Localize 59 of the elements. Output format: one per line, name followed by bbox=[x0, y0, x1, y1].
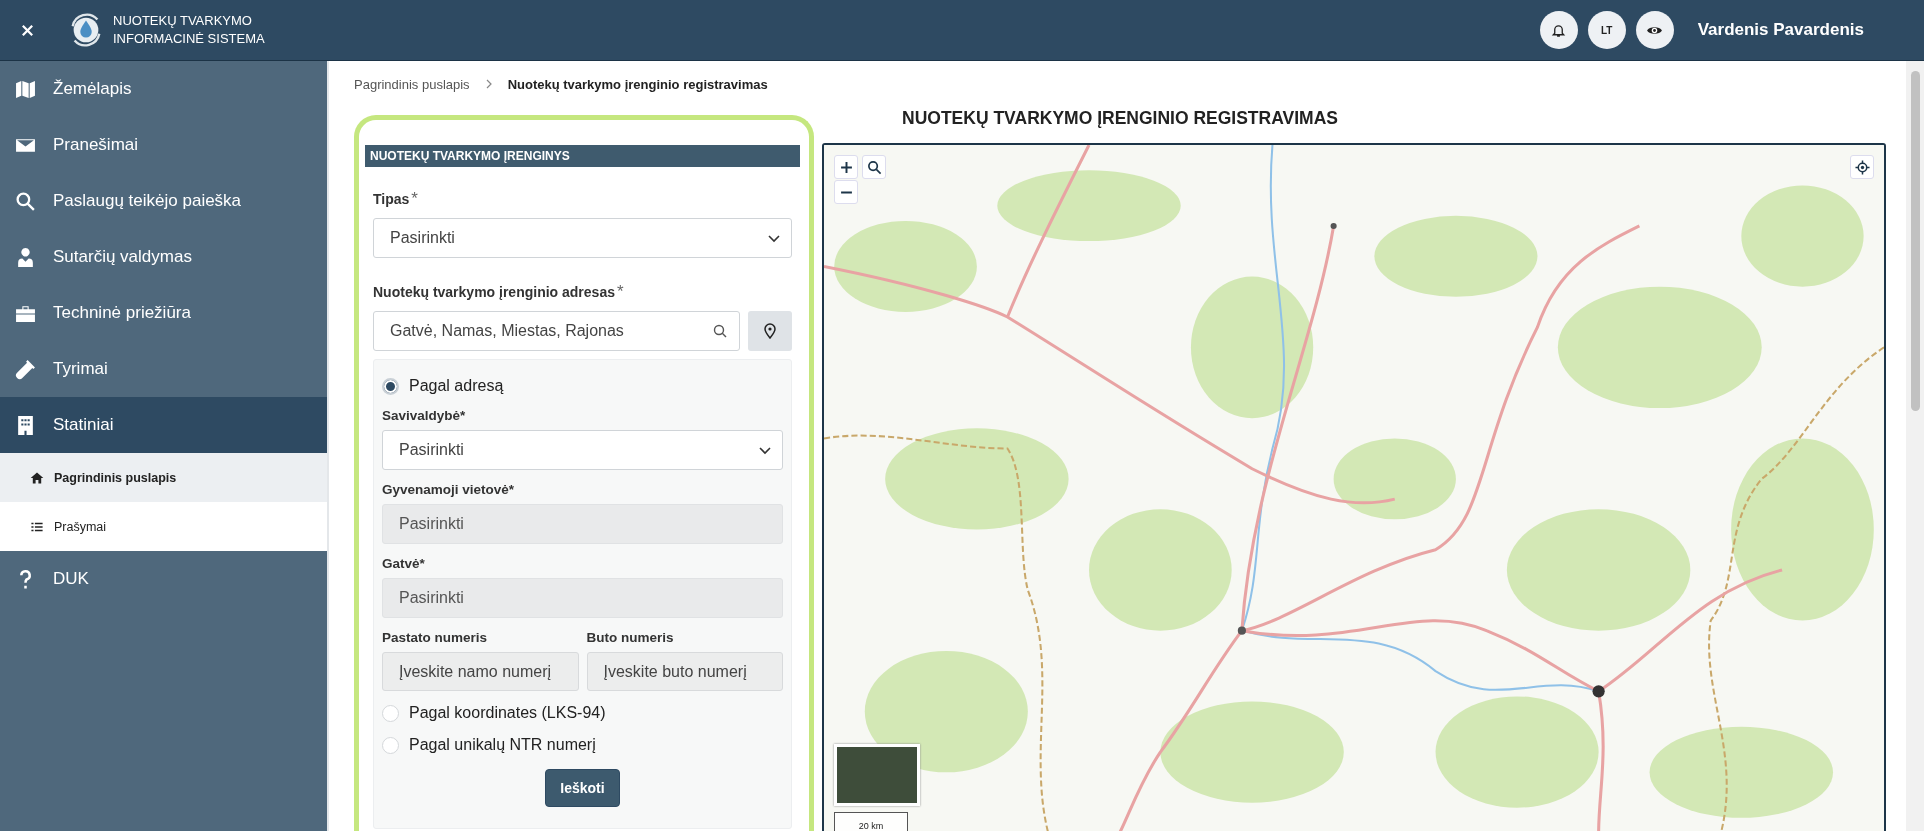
search-icon bbox=[712, 323, 728, 339]
user-name[interactable]: Vardenis Pavardenis bbox=[1697, 20, 1864, 40]
required-mark: * bbox=[616, 282, 624, 301]
satellite-layer-thumbnail[interactable] bbox=[834, 744, 920, 806]
scale-bar: 20 km bbox=[834, 812, 908, 831]
radio-button[interactable] bbox=[382, 736, 399, 754]
map-view[interactable]: 20 km bbox=[822, 143, 1886, 831]
search-button[interactable]: Ieškoti bbox=[545, 769, 620, 807]
field-label: Nuotekų tvarkymo įrenginio adresas bbox=[373, 284, 615, 300]
field-label: Savivaldybė* bbox=[382, 408, 467, 423]
address-search-field[interactable]: Gatvė, Namas, Miestas, Rajonas bbox=[373, 311, 740, 351]
field-label: Pastato numeris bbox=[382, 630, 489, 645]
field-label: Buto numeris bbox=[586, 630, 675, 645]
sidebar-subitem[interactable]: Prašymai bbox=[0, 502, 327, 551]
field-label: Gyvenamoji vietovė* bbox=[382, 482, 516, 497]
map-icon bbox=[15, 78, 36, 100]
map-pin-icon bbox=[762, 323, 778, 339]
radio-label[interactable]: Pagal adresą bbox=[409, 377, 504, 395]
sidebar-item[interactable]: Sutarčių valdymas bbox=[0, 229, 327, 285]
plus-icon bbox=[839, 160, 853, 174]
radio-label[interactable]: Pagal unikalų NTR numerį bbox=[409, 736, 596, 754]
notifications-button[interactable] bbox=[1539, 11, 1578, 49]
map-search-button[interactable] bbox=[862, 155, 886, 179]
sidebar-item[interactable]: DUK bbox=[0, 551, 327, 607]
bell-icon bbox=[1551, 22, 1567, 38]
search-icon bbox=[866, 159, 882, 175]
sidebar-item[interactable]: Techninė priežiūra bbox=[0, 285, 327, 341]
sidebar-item[interactable]: Pranešimai bbox=[0, 117, 327, 173]
radio-button[interactable] bbox=[382, 704, 399, 722]
radio-button[interactable] bbox=[382, 377, 399, 395]
sidebar-subitem[interactable]: Pagrindinis puslapis bbox=[0, 453, 327, 502]
search-icon bbox=[15, 190, 36, 212]
page-title: NUOTEKŲ TVARKYMO ĮRENGINIO REGISTRAVIMAS bbox=[902, 108, 1338, 129]
locate-button[interactable] bbox=[1850, 155, 1874, 179]
app-title: NUOTEKŲ TVARKYMO INFORMACINĖ SISTEMA bbox=[113, 12, 265, 48]
sidebar-item[interactable]: Paslaugų teikėjo paieška bbox=[0, 173, 327, 229]
breadcrumb-item[interactable]: Pagrindinis puslapis bbox=[354, 76, 470, 92]
visibility-button[interactable] bbox=[1635, 11, 1674, 49]
locate-on-map-button[interactable] bbox=[748, 311, 792, 351]
building-icon bbox=[15, 414, 36, 436]
home-icon bbox=[30, 470, 44, 485]
close-icon[interactable] bbox=[20, 22, 35, 38]
field-label: Tipas bbox=[373, 191, 410, 207]
section-header: NUOTEKŲ TVARKYMO ĮRENGINYS bbox=[365, 145, 800, 167]
select-field[interactable]: Pasirinkti bbox=[382, 430, 783, 470]
crosshair-icon bbox=[1854, 159, 1870, 175]
sidebar-item[interactable]: Tyrimai bbox=[0, 341, 327, 397]
test-tube-icon bbox=[15, 358, 36, 380]
field-label: Gatvė* bbox=[382, 556, 426, 571]
zoom-in-button[interactable] bbox=[834, 155, 858, 179]
scrollbar[interactable] bbox=[1906, 61, 1924, 831]
required-mark: * bbox=[411, 189, 418, 208]
sidebar-item[interactable]: Žemėlapis bbox=[0, 61, 327, 117]
type-select[interactable]: Pasirinkti bbox=[373, 218, 792, 258]
person-icon bbox=[15, 246, 36, 268]
radio-label[interactable]: Pagal koordinates (LKS-94) bbox=[409, 704, 606, 722]
language-button[interactable]: LT bbox=[1587, 11, 1626, 49]
breadcrumb-item: Nuotekų tvarkymo įrenginio registravimas bbox=[507, 76, 768, 92]
sidebar-item[interactable]: Statiniai bbox=[0, 397, 327, 453]
